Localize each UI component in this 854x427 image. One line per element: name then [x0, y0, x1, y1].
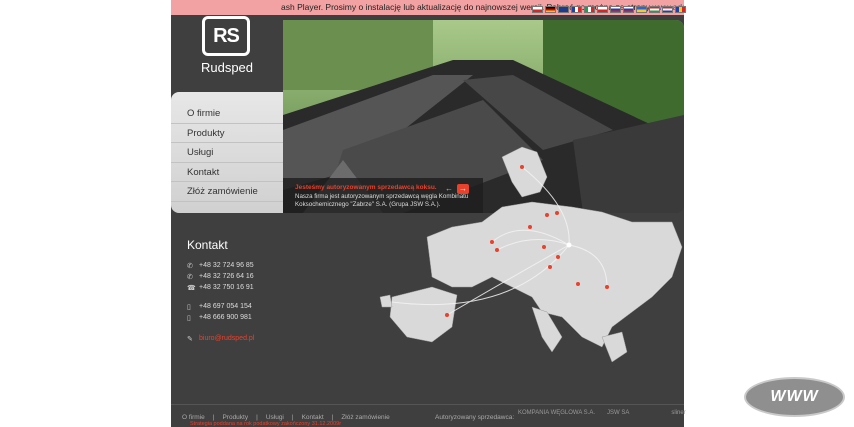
menu-item-o-firmie[interactable]: O firmie — [171, 104, 285, 124]
map-point — [445, 313, 449, 317]
contact-spacer — [187, 293, 307, 301]
fax-row: ☎ +48 32 750 16 91 — [187, 282, 307, 293]
menu-item-uslugi[interactable]: Usługi — [171, 143, 285, 163]
partner-sliner[interactable]: sliner — [671, 410, 685, 416]
menu-item-produkty[interactable]: Produkty — [171, 124, 285, 144]
map-greece — [601, 331, 628, 363]
dealer-label: Autoryzowany sprzedawca: — [435, 414, 515, 421]
phone-row: ✆ +48 32 726 64 16 — [187, 271, 307, 282]
map-point — [495, 248, 499, 252]
map-point — [576, 282, 580, 286]
footer-link-kontakt[interactable]: Kontakt — [302, 414, 324, 421]
contact-spacer — [187, 323, 307, 333]
flag-ro-icon[interactable] — [675, 6, 686, 13]
flag-nl-icon[interactable] — [662, 6, 673, 13]
mobile-row: ▯ +48 697 054 154 — [187, 301, 307, 312]
partner-logos: KOMPANIA WĘGLOWA S.A. JSW SA sliner — [518, 410, 686, 416]
phone-icon: ✆ — [187, 273, 193, 281]
flag-it-icon[interactable] — [584, 6, 595, 13]
footer-link-uslugi[interactable]: Usługi — [266, 414, 284, 421]
flag-gb-icon[interactable] — [558, 6, 569, 13]
main-menu: O firmie Produkty Usługi Kontakt Złóż za… — [171, 92, 285, 213]
map-origin-point — [566, 242, 572, 248]
map-point — [548, 265, 552, 269]
footer-link-produkty[interactable]: Produkty — [222, 414, 248, 421]
right-margin — [684, 0, 854, 427]
left-margin — [0, 0, 171, 427]
footer-link-o-firmie[interactable]: O firmie — [182, 414, 205, 421]
partner-jsw[interactable]: JSW SA — [607, 410, 629, 416]
menu-item-kontakt[interactable]: Kontakt — [171, 163, 285, 183]
map-point — [490, 240, 494, 244]
menu-item-zloz-zamowienie[interactable]: Złóż zamówienie — [171, 182, 285, 202]
europe-map — [379, 146, 683, 363]
flag-hu-icon[interactable] — [649, 6, 660, 13]
footer-link-zloz-zamowienie[interactable]: Złóż zamówienie — [341, 414, 389, 421]
mobile-number: +48 666 900 981 — [199, 314, 252, 321]
map-azores — [379, 294, 393, 308]
email-link[interactable]: biuro@rudsped.pl — [199, 335, 254, 342]
www-badge[interactable]: WWW — [744, 377, 845, 417]
footer-nav: O firmie | Produkty | Usługi | Kontakt | Złó… — [182, 414, 390, 421]
flag-de-icon[interactable] — [545, 6, 556, 13]
phone-number: +48 32 724 96 85 — [199, 262, 254, 269]
contact-section: Kontakt ✆ +48 32 724 96 85 ✆ +48 32 726 64… — [187, 238, 307, 344]
map-point — [528, 225, 532, 229]
rudsped-logo[interactable]: RS Rudsped — [196, 16, 258, 78]
map-point — [545, 213, 549, 217]
flag-pl-icon[interactable] — [532, 6, 543, 13]
logo-mark: RS — [202, 16, 250, 56]
phone-row: ✆ +48 32 724 96 85 — [187, 260, 307, 271]
flag-ua-icon[interactable] — [636, 6, 647, 13]
flag-sk-icon[interactable] — [610, 6, 621, 13]
flag-ru-icon[interactable] — [623, 6, 634, 13]
mobile-number: +48 697 054 154 — [199, 303, 252, 310]
mobile-icon: ▯ — [187, 303, 191, 311]
map-point — [605, 285, 609, 289]
map-scandinavia — [501, 146, 548, 198]
fax-number: +48 32 750 16 91 — [199, 284, 254, 291]
flag-fr-icon[interactable] — [571, 6, 582, 13]
mobile-row: ▯ +48 666 900 981 — [187, 312, 307, 323]
map-point — [520, 165, 524, 169]
footer-note[interactable]: Strategia poddana na rok podatkowy zakoń… — [190, 421, 341, 427]
fax-icon: ☎ — [187, 284, 196, 292]
logo-name: Rudsped — [200, 60, 254, 75]
mobile-icon: ▯ — [187, 314, 191, 322]
phone-icon: ✆ — [187, 262, 193, 270]
flag-cz-icon[interactable] — [597, 6, 608, 13]
map-point — [556, 255, 560, 259]
map-point — [555, 211, 559, 215]
edit-icon: ✎ — [187, 335, 193, 343]
footer-divider — [171, 404, 684, 405]
partner-kompania-weglowa[interactable]: KOMPANIA WĘGLOWA S.A. — [518, 410, 595, 416]
language-flags — [532, 6, 686, 13]
contact-heading: Kontakt — [187, 238, 228, 252]
email-row: ✎ biuro@rudsped.pl — [187, 333, 307, 344]
map-point — [542, 245, 546, 249]
phone-number: +48 32 726 64 16 — [199, 273, 254, 280]
